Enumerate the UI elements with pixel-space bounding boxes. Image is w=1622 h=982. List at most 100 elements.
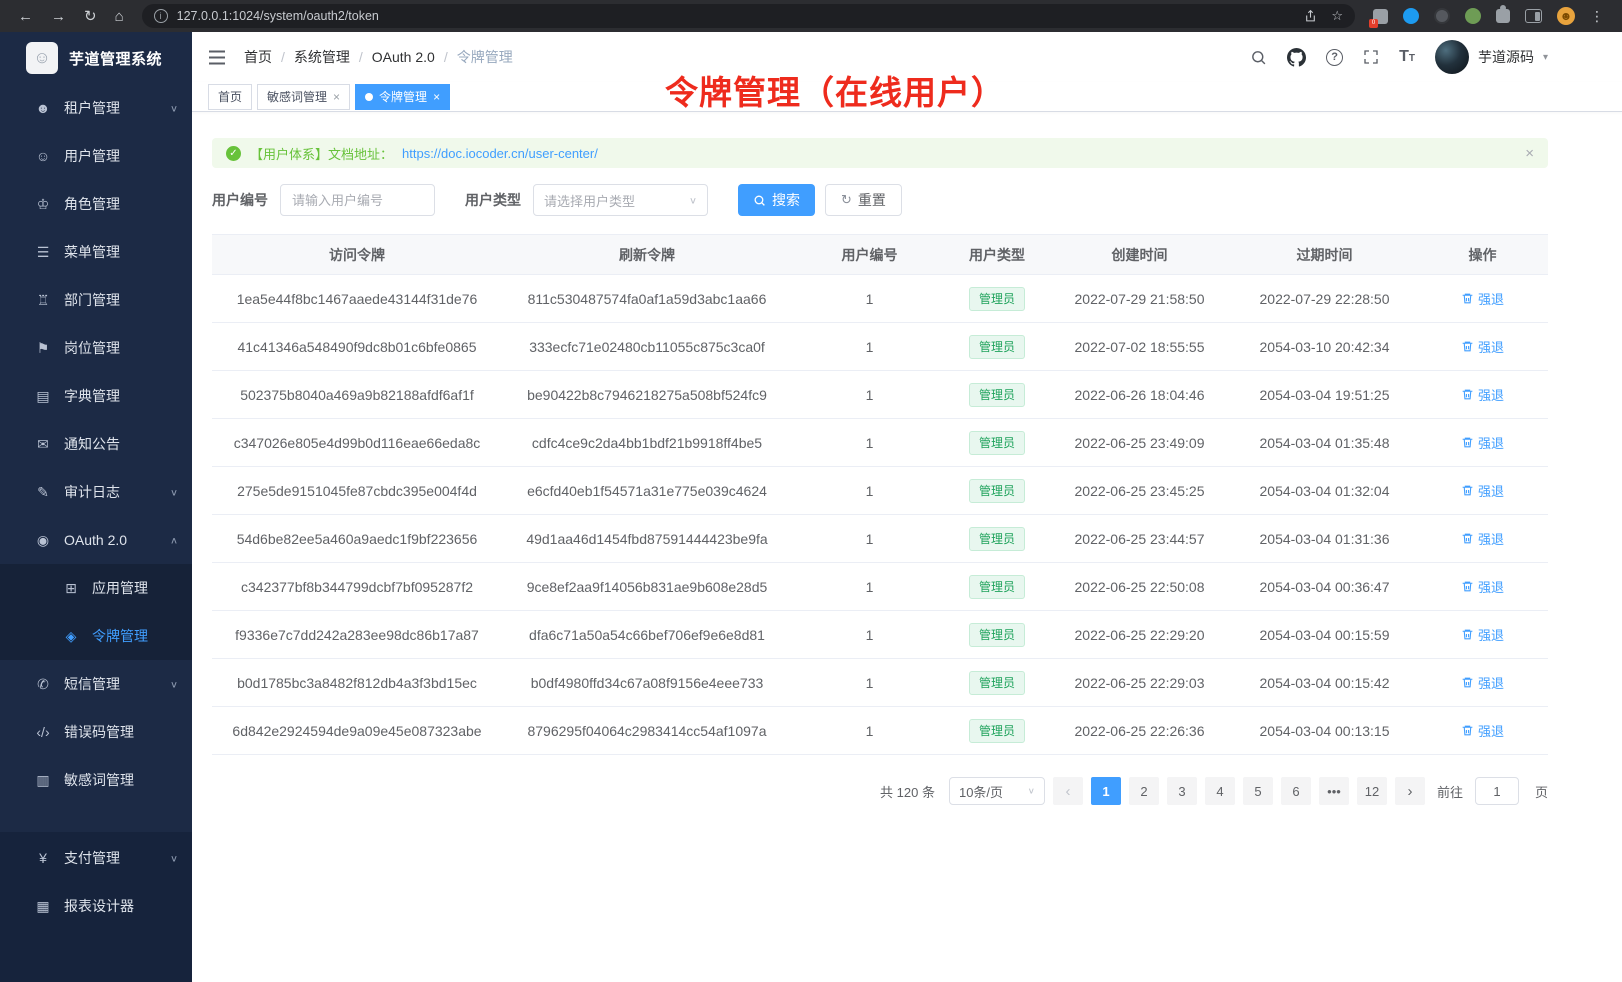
menu-item-label: 字典管理	[64, 386, 120, 406]
sidebar-menu-item[interactable]: ◈ 令牌管理	[0, 612, 192, 660]
address-bar[interactable]: i 127.0.0.1:1024/system/oauth2/token ☆	[142, 4, 1355, 28]
page-button[interactable]: 5	[1243, 777, 1273, 805]
collapse-sidebar-icon[interactable]	[208, 50, 226, 65]
table-row: 54d6be82ee5a460a9aedc1f9bf223656 49d1aa4…	[212, 515, 1548, 563]
alert-close-icon[interactable]: ×	[1525, 145, 1534, 162]
font-size-icon[interactable]: TT	[1399, 48, 1415, 66]
sidebar-menu-item[interactable]: ♔ 角色管理	[0, 180, 192, 228]
tab-sensitive-words[interactable]: 敏感词管理 ×	[257, 84, 350, 110]
col-user-type: 用户类型	[947, 235, 1047, 275]
browser-nav: ← → ↻ ⌂	[10, 9, 132, 24]
table-header-row: 访问令牌 刷新令牌 用户编号 用户类型 创建时间 过期时间 操作	[212, 235, 1548, 275]
force-logout-button[interactable]: 强退	[1461, 721, 1504, 740]
bookmark-star-icon[interactable]: ☆	[1331, 8, 1343, 24]
page-size-select[interactable]: 10条/页 ∨	[949, 777, 1045, 805]
cell-expire-time: 2054-03-04 01:35:48	[1232, 419, 1417, 467]
browser-chrome: ← → ↻ ⌂ i 127.0.0.1:1024/system/oauth2/t…	[0, 0, 1622, 32]
menu-item-icon: ✆	[34, 676, 52, 693]
prev-page-button[interactable]: ‹	[1053, 777, 1083, 805]
page-button[interactable]: 4	[1205, 777, 1235, 805]
force-logout-button[interactable]: 强退	[1461, 433, 1504, 452]
page-button[interactable]: •••	[1319, 777, 1349, 805]
chevron-icon: ∧	[170, 534, 178, 545]
help-icon[interactable]: ?	[1326, 49, 1343, 66]
search-icon[interactable]	[1250, 49, 1267, 66]
sidebar-menu-item[interactable]: ✎ 审计日志 ∨	[0, 468, 192, 516]
reset-button[interactable]: ↻ 重置	[825, 184, 902, 216]
sidebar-menu-item[interactable]: ♖ 部门管理	[0, 276, 192, 324]
force-logout-button[interactable]: 强退	[1461, 577, 1504, 596]
page-button[interactable]: 2	[1129, 777, 1159, 805]
user-id-input[interactable]	[280, 184, 435, 216]
side-panel-icon[interactable]	[1525, 9, 1542, 23]
close-tab-icon[interactable]: ×	[333, 91, 340, 103]
extension-blue-icon[interactable]	[1403, 8, 1419, 24]
tab-token-management[interactable]: 令牌管理 ×	[355, 84, 450, 110]
browser-menu-icon[interactable]: ⋮	[1590, 8, 1604, 25]
user-type-select[interactable]: 请选择用户类型 ∨	[533, 184, 708, 216]
cell-actions: 强退	[1417, 323, 1548, 371]
sidebar-menu-item[interactable]: ▦ 报表设计器	[0, 882, 192, 930]
force-logout-button[interactable]: 强退	[1461, 337, 1504, 356]
goto-page-input[interactable]	[1475, 777, 1519, 805]
page-button[interactable]: 6	[1281, 777, 1311, 805]
page-button[interactable]: 12	[1357, 777, 1387, 805]
browser-profile-avatar[interactable]: ☻	[1557, 7, 1575, 25]
chevron-icon: ∨	[170, 852, 178, 863]
close-tab-icon[interactable]: ×	[433, 91, 440, 103]
next-page-button[interactable]: ›	[1395, 777, 1425, 805]
cell-created-time: 2022-06-25 22:29:03	[1047, 659, 1232, 707]
sidebar-menu-item[interactable]: ‹/› 错误码管理	[0, 708, 192, 756]
fullscreen-icon[interactable]	[1363, 49, 1379, 65]
extensions-puzzle-icon[interactable]	[1496, 9, 1510, 23]
cell-access-token: b0d1785bc3a8482f812db4a3f3bd15ec	[212, 659, 502, 707]
cell-created-time: 2022-06-25 22:50:08	[1047, 563, 1232, 611]
page-button[interactable]: 3	[1167, 777, 1197, 805]
back-icon[interactable]: ←	[18, 9, 33, 24]
github-icon[interactable]	[1287, 48, 1306, 67]
app-logo[interactable]: ☺ 芋道管理系统	[0, 32, 192, 84]
site-info-icon[interactable]: i	[154, 9, 168, 23]
user-type-placeholder: 请选择用户类型	[544, 191, 635, 210]
force-logout-button[interactable]: 强退	[1461, 385, 1504, 404]
cell-access-token: f9336e7c7dd242a283ee98dc86b17a87	[212, 611, 502, 659]
menu-item-icon: ☺	[34, 148, 52, 164]
breadcrumb-oauth[interactable]: OAuth 2.0	[372, 49, 435, 65]
delete-icon	[1461, 580, 1474, 593]
force-logout-button[interactable]: 强退	[1461, 529, 1504, 548]
force-logout-button[interactable]: 强退	[1461, 481, 1504, 500]
home-icon[interactable]: ⌂	[115, 9, 124, 24]
sidebar-menu-item[interactable]: ▥ 敏感词管理	[0, 756, 192, 804]
cell-refresh-token: 49d1aa46d1454fbd87591444423be9fa	[502, 515, 792, 563]
force-logout-button[interactable]: 强退	[1461, 289, 1504, 308]
doc-link[interactable]: https://doc.iocoder.cn/user-center/	[402, 146, 598, 161]
share-icon[interactable]	[1304, 9, 1317, 23]
main-area: 首页 / 系统管理 / OAuth 2.0 / 令牌管理 ? TT 芋道源码 ▾	[192, 32, 1622, 982]
forward-icon[interactable]: →	[51, 9, 66, 24]
search-button[interactable]: 搜索	[738, 184, 815, 216]
cell-user-id: 1	[792, 659, 947, 707]
sidebar-menu-item[interactable]: ⚑ 岗位管理	[0, 324, 192, 372]
sidebar-menu-item[interactable]: ☻ 租户管理 ∨	[0, 84, 192, 132]
force-logout-button[interactable]: 强退	[1461, 625, 1504, 644]
user-menu[interactable]: 芋道源码 ▾	[1435, 40, 1548, 74]
tab-home[interactable]: 首页	[208, 84, 252, 110]
breadcrumb-home[interactable]: 首页	[244, 47, 272, 67]
sidebar-menu-item[interactable]: ✆ 短信管理 ∨	[0, 660, 192, 708]
sidebar-menu-item[interactable]: ◉ OAuth 2.0 ∧	[0, 516, 192, 564]
sidebar-menu-item[interactable]: ▤ 字典管理	[0, 372, 192, 420]
sidebar-menu-item[interactable]: ☺ 用户管理	[0, 132, 192, 180]
extension-green-icon[interactable]	[1465, 8, 1481, 24]
sidebar-menu-item[interactable]: ⊞ 应用管理	[0, 564, 192, 612]
force-logout-button[interactable]: 强退	[1461, 673, 1504, 692]
sidebar-menu-item[interactable]: ✉ 通知公告	[0, 420, 192, 468]
delete-icon	[1461, 292, 1474, 305]
sidebar-menu-item[interactable]: ☰ 菜单管理	[0, 228, 192, 276]
menu-item-icon: ◈	[62, 628, 80, 645]
breadcrumb-system[interactable]: 系统管理	[294, 47, 350, 67]
refresh-icon[interactable]: ↻	[84, 9, 97, 24]
sidebar-menu-item[interactable]: ¥ 支付管理 ∨	[0, 834, 192, 882]
page-button[interactable]: 1	[1091, 777, 1121, 805]
extension-badged-icon[interactable]: 0	[1373, 9, 1388, 24]
extension-dark-icon[interactable]	[1434, 8, 1450, 24]
